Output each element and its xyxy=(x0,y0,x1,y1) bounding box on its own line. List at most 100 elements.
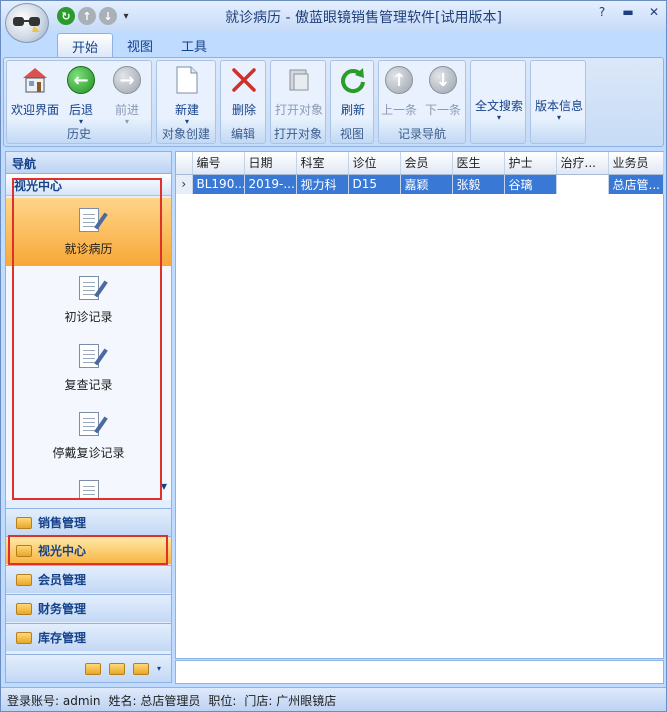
nav-category-inventory[interactable]: 库存管理 xyxy=(6,623,171,651)
configure-buttons-icon[interactable]: ▾ xyxy=(157,664,161,673)
fulltext-search-button[interactable]: 全文搜索 ▾ xyxy=(471,97,527,122)
table-cell[interactable]: D15 xyxy=(348,174,401,194)
table-cell[interactable]: BL190... xyxy=(192,174,245,194)
status-bar: 登录账号: admin 姓名: 总店管理员 职位: 门店: 广州眼镜店 xyxy=(1,687,666,711)
nav-item-visit-records[interactable]: 就诊病历 xyxy=(6,198,171,266)
group-open: 打开对象 打开对象 xyxy=(270,60,326,144)
column-header[interactable]: 编号 xyxy=(192,152,245,175)
home-icon xyxy=(20,65,50,95)
open-object-icon xyxy=(284,65,314,95)
forward-button[interactable]: → 前进 ▾ xyxy=(103,65,151,126)
group-label-open: 打开对象 xyxy=(273,127,322,141)
group-create: 新建 ▾ 对象创建 xyxy=(156,60,216,144)
next-record-button[interactable]: ↓ 下一条 xyxy=(419,65,467,118)
nav-header: 导航 xyxy=(6,152,171,174)
folder-icon[interactable] xyxy=(132,662,149,675)
folder-icon xyxy=(16,516,32,529)
title-bar: ↻ ↑ ↓ ▾ 就诊病历 - 傲蓝眼镜销售管理软件[试用版本] ? ▬ ✕ xyxy=(1,1,666,31)
nav-section-title: 视光中心 xyxy=(6,174,171,196)
folder-icon[interactable] xyxy=(84,662,101,675)
folder-icon[interactable] xyxy=(108,662,125,675)
version-dropdown-icon[interactable]: ▾ xyxy=(531,114,587,122)
table-cell[interactable]: 总店管... xyxy=(608,174,664,194)
column-header[interactable]: 会员 xyxy=(400,152,453,175)
nav-item-first-visit[interactable]: 初诊记录 xyxy=(6,266,171,334)
arrow-left-icon: ← xyxy=(66,65,96,95)
ribbon: 欢迎界面 ← 后退 ▾ → 前进 ▾ 历史 新建 ▾ 对象创建 删除 编辑 打开… xyxy=(3,57,664,147)
group-view: 刷新 视图 xyxy=(330,60,374,144)
column-header[interactable]: 科室 xyxy=(296,152,349,175)
document-pen-icon xyxy=(75,276,108,302)
group-history: 欢迎界面 ← 后退 ▾ → 前进 ▾ 历史 xyxy=(6,60,152,144)
column-header[interactable]: 日期 xyxy=(244,152,297,175)
arrow-down-icon: ↓ xyxy=(428,65,458,95)
group-version: 版本信息 ▾ xyxy=(530,60,586,144)
app-logo-icon[interactable] xyxy=(5,3,49,43)
new-button[interactable]: 新建 ▾ xyxy=(159,65,215,126)
nav-category-members[interactable]: 会员管理 xyxy=(6,565,171,593)
nav-footer: ▾ xyxy=(6,654,171,682)
tab-view[interactable]: 视图 xyxy=(113,33,167,57)
help-button[interactable]: ? xyxy=(594,5,610,19)
status-name: 姓名: 总店管理员 xyxy=(108,694,201,708)
column-header[interactable]: 医生 xyxy=(452,152,505,175)
table-cell[interactable] xyxy=(556,174,609,194)
navigation-pane: 导航 视光中心 就诊病历 初诊记录 复查记录 停戴复诊记录 ▼ 销售管理 视光中… xyxy=(5,151,172,683)
table-row[interactable]: › BL190... 2019-... 视力科 D15 嘉颖 张毅 谷璃 总店管… xyxy=(176,174,664,194)
grid-footer-panel xyxy=(175,660,664,684)
nav-category-finance[interactable]: 财务管理 xyxy=(6,594,171,622)
nav-item-list: 就诊病历 初诊记录 复查记录 停戴复诊记录 xyxy=(6,198,171,500)
group-label-view: 视图 xyxy=(339,127,364,141)
prev-record-button[interactable]: ↑ 上一条 xyxy=(375,65,423,118)
tab-tools[interactable]: 工具 xyxy=(167,33,221,57)
column-header[interactable]: 业务员 xyxy=(608,152,664,175)
back-button[interactable]: ← 后退 ▾ xyxy=(57,65,105,126)
column-header[interactable]: 诊位 xyxy=(348,152,401,175)
nav-category-sales[interactable]: 销售管理 xyxy=(6,508,171,536)
nav-item-partial[interactable] xyxy=(6,470,171,500)
status-account: 登录账号: admin xyxy=(7,694,101,708)
ribbon-tabs: 开始 视图 工具 xyxy=(57,33,221,57)
open-object-button[interactable]: 打开对象 xyxy=(271,65,327,118)
version-info-button[interactable]: 版本信息 ▾ xyxy=(531,97,587,122)
group-label-edit: 编辑 xyxy=(230,127,255,141)
folder-icon xyxy=(16,573,32,586)
delete-button[interactable]: 删除 xyxy=(216,65,272,118)
minimize-button[interactable]: ▬ xyxy=(620,5,636,19)
table-cell[interactable]: 嘉颖 xyxy=(400,174,453,194)
group-label-create: 对象创建 xyxy=(161,127,210,141)
group-label-record-nav: 记录导航 xyxy=(397,127,446,141)
records-table: 编号 日期 科室 诊位 会员 医生 护士 治疗... 业务员 › BL190..… xyxy=(176,152,664,194)
nav-item-stop-wear[interactable]: 停戴复诊记录 xyxy=(6,402,171,470)
nav-item-recheck[interactable]: 复查记录 xyxy=(6,334,171,402)
close-button[interactable]: ✕ xyxy=(646,5,662,19)
column-header[interactable]: 治疗... xyxy=(556,152,609,175)
table-cell[interactable]: 张毅 xyxy=(452,174,505,194)
column-header[interactable]: 护士 xyxy=(504,152,557,175)
document-icon xyxy=(75,480,103,500)
delete-x-icon xyxy=(229,65,259,95)
refresh-large-icon xyxy=(338,65,368,95)
arrow-up-icon: ↑ xyxy=(384,65,414,95)
nav-category-optometry[interactable]: 视光中心 xyxy=(6,536,171,564)
table-cell[interactable]: 谷璃 xyxy=(504,174,557,194)
group-record-nav: ↑ 上一条 ↓ 下一条 记录导航 xyxy=(378,60,466,144)
row-indicator-icon: › xyxy=(176,174,193,194)
arrow-right-icon: → xyxy=(112,65,142,95)
document-check-icon xyxy=(75,344,108,370)
table-cell[interactable]: 2019-... xyxy=(244,174,297,194)
table-cell[interactable]: 视力科 xyxy=(296,174,349,194)
scroll-down-icon[interactable]: ▼ xyxy=(161,482,167,491)
row-indicator-header xyxy=(176,152,193,175)
document-edit-icon xyxy=(75,412,108,438)
new-document-icon xyxy=(172,65,202,95)
folder-icon xyxy=(16,631,32,644)
folder-icon xyxy=(16,544,32,557)
welcome-button[interactable]: 欢迎界面 xyxy=(7,65,63,118)
records-grid: 编号 日期 科室 诊位 会员 医生 护士 治疗... 业务员 › BL190..… xyxy=(175,151,664,659)
refresh-button[interactable]: 刷新 xyxy=(325,65,381,118)
status-store: 门店: 广州眼镜店 xyxy=(244,694,337,708)
window-controls: ? ▬ ✕ xyxy=(594,5,662,19)
search-dropdown-icon[interactable]: ▾ xyxy=(471,114,527,122)
tab-home[interactable]: 开始 xyxy=(57,33,114,57)
